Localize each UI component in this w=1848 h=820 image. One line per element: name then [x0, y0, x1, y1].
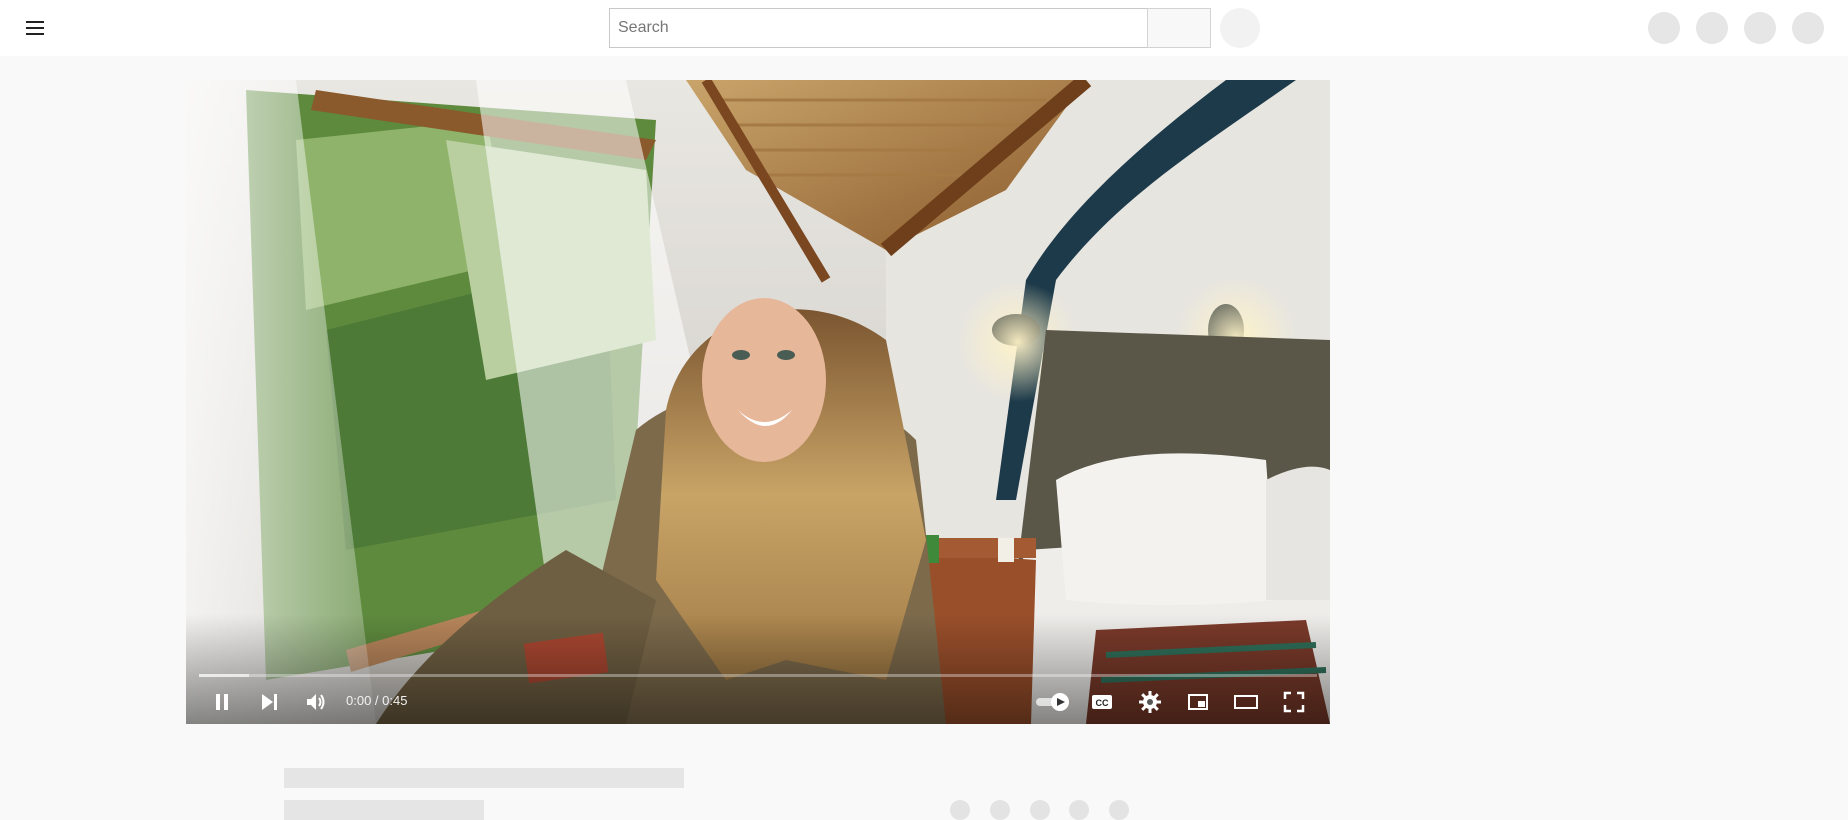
notifications-button[interactable] — [1744, 12, 1776, 44]
time-duration: 0:45 — [382, 693, 408, 708]
fullscreen-button[interactable] — [1276, 684, 1312, 720]
pause-button[interactable] — [204, 684, 240, 720]
voice-search-button[interactable] — [1220, 8, 1260, 48]
action-placeholder — [1069, 800, 1089, 820]
video-player[interactable]: 0:00 / 0:45 CC — [186, 80, 1330, 724]
miniplayer-button[interactable] — [1180, 684, 1216, 720]
theater-mode-icon — [1234, 695, 1258, 709]
time-display: 0:00 / 0:45 — [346, 693, 407, 708]
action-placeholder — [990, 800, 1010, 820]
progress-bar-buffered — [199, 674, 250, 677]
subtitle-placeholder — [284, 800, 484, 820]
theater-mode-button[interactable] — [1228, 684, 1264, 720]
autoplay-toggle-icon — [1036, 693, 1069, 711]
search-input[interactable] — [609, 8, 1147, 48]
fullscreen-icon — [1283, 691, 1305, 713]
search-button[interactable] — [1147, 8, 1211, 48]
title-placeholder — [284, 768, 684, 788]
captions-button[interactable]: CC — [1084, 684, 1120, 720]
pause-icon — [216, 694, 228, 710]
progress-bar[interactable] — [199, 674, 1317, 677]
masthead — [0, 0, 1848, 56]
autoplay-toggle[interactable] — [1031, 684, 1075, 720]
miniplayer-icon — [1188, 694, 1208, 710]
next-button[interactable] — [251, 684, 287, 720]
next-icon — [262, 694, 277, 710]
mute-button[interactable] — [298, 684, 334, 720]
svg-text:CC: CC — [1096, 698, 1109, 708]
volume-icon — [307, 694, 325, 710]
settings-button[interactable] — [1132, 684, 1168, 720]
gear-icon — [1139, 691, 1161, 713]
action-placeholder — [950, 800, 970, 820]
apps-button[interactable] — [1696, 12, 1728, 44]
menu-icon[interactable] — [20, 14, 52, 42]
action-placeholder — [1030, 800, 1050, 820]
avatar[interactable] — [1792, 12, 1824, 44]
action-placeholder — [1109, 800, 1129, 820]
time-separator: / — [371, 693, 383, 708]
cc-icon: CC — [1092, 695, 1112, 709]
create-button[interactable] — [1648, 12, 1680, 44]
time-current: 0:00 — [346, 693, 372, 708]
